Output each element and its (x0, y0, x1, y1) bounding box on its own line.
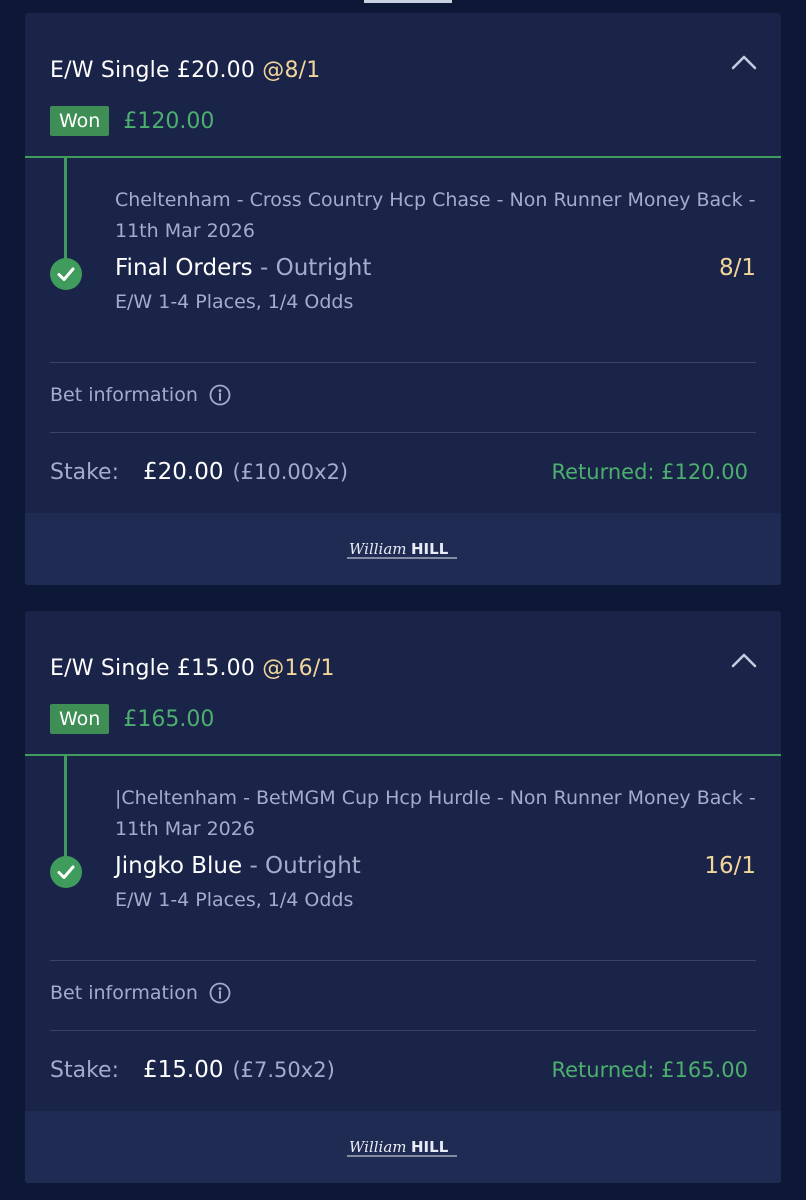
bet-information-link[interactable]: Bet information (50, 384, 231, 406)
bet-card-header[interactable]: E/W Single £15.00 @16/1 Won £165.00 (25, 611, 781, 754)
card-footer: William HILL (25, 513, 781, 585)
svg-text:William: William (349, 540, 407, 558)
svg-text:HILL: HILL (411, 540, 449, 558)
divider (50, 362, 756, 363)
stake-split: (£7.50x2) (232, 1058, 335, 1082)
bet-title: E/W Single £15.00 @16/1 (50, 656, 335, 681)
check-circle-icon (50, 258, 82, 290)
stake-label: Stake: (50, 460, 119, 485)
chevron-up-icon[interactable] (729, 49, 759, 75)
divider (50, 432, 756, 433)
stake-split: (£10.00x2) (232, 460, 349, 484)
chevron-up-icon[interactable] (729, 647, 759, 673)
status-badge: Won (50, 704, 110, 734)
won-amount: £165.00 (123, 706, 215, 732)
each-way-terms: E/W 1-4 Places, 1/4 Odds (115, 889, 354, 911)
selection-odds: 8/1 (718, 255, 756, 281)
william-hill-logo: William HILL (347, 538, 459, 562)
each-way-terms: E/W 1-4 Places, 1/4 Odds (115, 291, 354, 313)
selection-text: Jingko Blue - Outright (115, 853, 361, 879)
bet-odds: @8/1 (262, 58, 321, 83)
bet-information-link[interactable]: Bet information (50, 982, 231, 1004)
market-name: - Outright (242, 853, 361, 879)
bet-card: E/W Single £15.00 @16/1 Won £165.00 |Che… (25, 611, 781, 1183)
bet-type-stake: E/W Single £15.00 (50, 656, 263, 681)
event-name: |Cheltenham - BetMGM Cup Hcp Hurdle - No… (115, 787, 756, 840)
card-footer: William HILL (25, 1111, 781, 1183)
selection-text: Final Orders - Outright (115, 255, 371, 281)
stake-label: Stake: (50, 1058, 119, 1083)
stake-amount: £20.00 (142, 459, 224, 485)
bet-card-header[interactable]: E/W Single £20.00 @8/1 Won £120.00 (25, 13, 781, 156)
divider (50, 960, 756, 961)
selection-name: Final Orders (115, 255, 253, 281)
selection-name: Jingko Blue (115, 853, 243, 879)
william-hill-logo: William HILL (347, 1136, 459, 1160)
result-row: Won £120.00 (50, 106, 214, 136)
timeline-line (64, 756, 67, 871)
info-icon[interactable] (209, 982, 231, 1004)
bet-odds: @16/1 (262, 656, 335, 681)
status-badge: Won (50, 106, 110, 136)
result-row: Won £165.00 (50, 704, 214, 734)
stake-row: Stake: £15.00 (£7.50x2) Returned: £165.00 (50, 1057, 748, 1083)
bet-card: E/W Single £20.00 @8/1 Won £120.00 Chelt… (25, 13, 781, 585)
svg-text:William: William (349, 1138, 407, 1156)
svg-text:HILL: HILL (411, 1138, 449, 1156)
selection-details: Cheltenham - Cross Country Hcp Chase - N… (115, 185, 756, 313)
bet-information-label: Bet information (50, 384, 198, 406)
returned-amount: Returned: £165.00 (551, 1058, 748, 1082)
header-divider (25, 754, 781, 756)
selection-line: Final Orders - Outright 8/1 (115, 255, 756, 281)
divider (50, 1030, 756, 1031)
info-icon[interactable] (209, 384, 231, 406)
stake-amount: £15.00 (142, 1057, 224, 1083)
top-tab-indicator (364, 0, 452, 3)
bet-title: E/W Single £20.00 @8/1 (50, 58, 320, 83)
bet-type-stake: E/W Single £20.00 (50, 58, 263, 83)
selection-details: |Cheltenham - BetMGM Cup Hcp Hurdle - No… (115, 783, 756, 911)
check-circle-icon (50, 856, 82, 888)
bet-information-label: Bet information (50, 982, 198, 1004)
event-name: Cheltenham - Cross Country Hcp Chase - N… (115, 189, 756, 242)
timeline-line (64, 158, 67, 273)
stake-row: Stake: £20.00 (£10.00x2) Returned: £120.00 (50, 459, 748, 485)
header-divider (25, 156, 781, 158)
returned-amount: Returned: £120.00 (551, 460, 748, 484)
won-amount: £120.00 (123, 108, 215, 134)
selection-odds: 16/1 (704, 853, 756, 879)
selection-line: Jingko Blue - Outright 16/1 (115, 853, 756, 879)
market-name: - Outright (252, 255, 372, 281)
